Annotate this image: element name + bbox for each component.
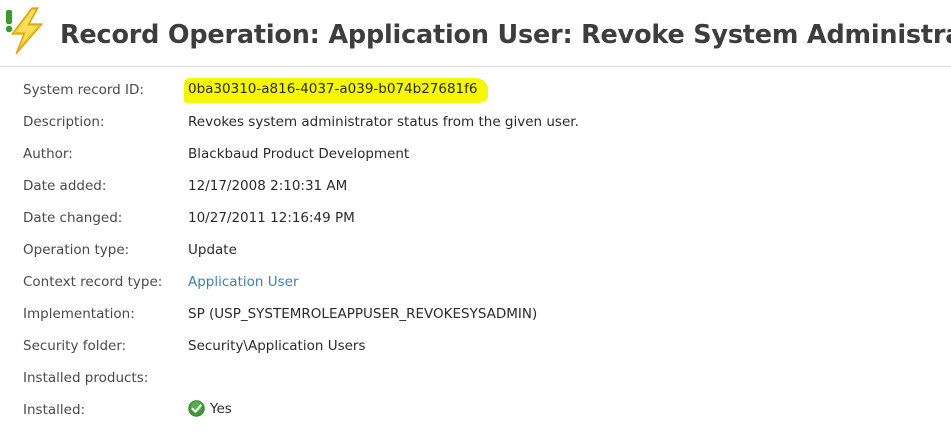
author-value: Blackbaud Product Development xyxy=(188,146,410,162)
system-record-id-value: 0ba30310-a816-4037-a039-b074b27681f6 xyxy=(185,78,486,101)
property-row-author: Author: Blackbaud Product Development xyxy=(23,142,923,174)
property-row-context-record-type: Context record type: Application User xyxy=(23,270,923,302)
property-row-description: Description: Revokes system administrato… xyxy=(23,110,923,142)
check-circle-icon xyxy=(188,400,205,417)
property-row-date-changed: Date changed: 10/27/2011 12:16:49 PM xyxy=(23,206,923,238)
security-folder-value: Security\Application Users xyxy=(188,338,366,354)
property-row-installed: Installed: Yes xyxy=(23,398,923,430)
description-label: Description: xyxy=(23,114,105,130)
installed-value: Yes xyxy=(188,400,232,417)
operation-type-label: Operation type: xyxy=(23,242,130,258)
author-label: Author: xyxy=(23,146,73,162)
date-added-label: Date added: xyxy=(23,178,107,194)
page-title: Record Operation: Application User: Revo… xyxy=(60,20,951,50)
operation-type-value: Update xyxy=(188,242,237,258)
installed-products-label: Installed products: xyxy=(23,370,149,386)
date-changed-value: 10/27/2011 12:16:49 PM xyxy=(188,210,355,226)
record-operation-icon xyxy=(5,7,44,55)
property-row-operation-type: Operation type: Update xyxy=(23,238,923,270)
record-properties: System record ID: 0ba30310-a816-4037-a03… xyxy=(23,78,923,430)
implementation-value: SP (USP_SYSTEMROLEAPPUSER_REVOKESYSADMIN… xyxy=(188,306,538,322)
page-header: Record Operation: Application User: Revo… xyxy=(0,0,951,67)
property-row-date-added: Date added: 12/17/2008 2:10:31 AM xyxy=(23,174,923,206)
description-value: Revokes system administrator status from… xyxy=(188,114,579,130)
security-folder-label: Security folder: xyxy=(23,338,127,354)
implementation-label: Implementation: xyxy=(23,306,135,322)
property-row-installed-products: Installed products: xyxy=(23,366,923,398)
installed-label: Installed: xyxy=(23,402,86,418)
date-changed-label: Date changed: xyxy=(23,210,123,226)
property-row-security-folder: Security folder: Security\Application Us… xyxy=(23,334,923,366)
date-added-value: 12/17/2008 2:10:31 AM xyxy=(188,178,348,194)
context-record-type-link[interactable]: Application User xyxy=(188,274,299,290)
system-record-id-label: System record ID: xyxy=(23,82,144,98)
property-row-system-record-id: System record ID: 0ba30310-a816-4037-a03… xyxy=(23,78,923,110)
property-row-implementation: Implementation: SP (USP_SYSTEMROLEAPPUSE… xyxy=(23,302,923,334)
installed-value-text: Yes xyxy=(210,400,232,417)
context-record-type-label: Context record type: xyxy=(23,274,163,290)
